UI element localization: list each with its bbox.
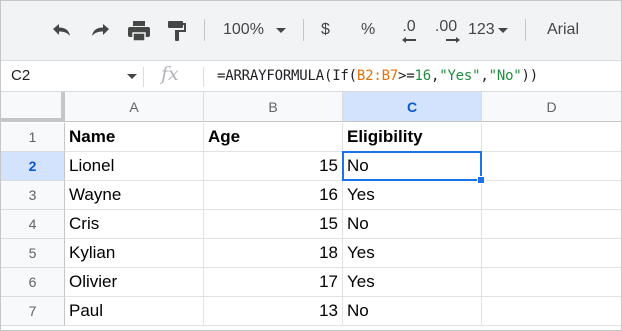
cell-b5[interactable]: 18 — [204, 239, 343, 268]
cell-d6[interactable] — [482, 268, 621, 297]
cell-d5[interactable] — [482, 239, 621, 268]
zoom-value: 100% — [223, 21, 264, 38]
cell-b6[interactable]: 17 — [204, 268, 343, 297]
name-box[interactable]: C2 — [11, 61, 30, 91]
cell-b7[interactable]: 13 — [204, 297, 343, 326]
cell-c5[interactable]: Yes — [343, 239, 482, 268]
formula-prefix: =ARRAYFORMULA(If( — [217, 68, 357, 84]
cell-c4[interactable]: No — [343, 210, 482, 239]
chevron-down-icon[interactable] — [127, 74, 137, 79]
currency-label: $ — [321, 21, 330, 38]
row-header-7[interactable]: 7 — [1, 297, 65, 326]
formula-range: B2:B7 — [356, 68, 399, 84]
cell-d4[interactable] — [482, 210, 621, 239]
sheet-grid: A B C D 1 2 3 4 5 6 7 Name Age Eligibili… — [1, 92, 621, 330]
arrow-right-icon — [446, 37, 460, 43]
cell-d2[interactable] — [482, 152, 621, 181]
percent-label: % — [361, 21, 376, 38]
paint-format-icon[interactable] — [163, 18, 191, 44]
cell-c3[interactable]: Yes — [343, 181, 482, 210]
redo-icon[interactable] — [87, 18, 115, 44]
more-formats-select[interactable]: 123 — [468, 19, 508, 41]
zoom-select[interactable]: 100% — [223, 19, 286, 41]
cell-c2[interactable]: No — [343, 152, 482, 181]
cell-a5[interactable]: Kylian — [65, 239, 204, 268]
column-header-a[interactable]: A — [65, 92, 204, 122]
formula-suffix: )) — [521, 68, 539, 84]
row-header-4[interactable]: 4 — [1, 210, 65, 239]
spreadsheet-window: 100% $ % .0 .00 123 Arial C2 fx =ARRAYFO… — [0, 0, 622, 331]
row-header-3[interactable]: 3 — [1, 181, 65, 210]
cell-a4[interactable]: Cris — [65, 210, 204, 239]
fx-icon: fx — [161, 63, 179, 85]
increase-decimal-button[interactable]: .00 — [429, 15, 463, 47]
column-header-b[interactable]: B — [204, 92, 343, 122]
decrease-decimal-button[interactable]: .0 — [394, 15, 424, 47]
cell-c7[interactable]: No — [343, 297, 482, 326]
cell-d3[interactable] — [482, 181, 621, 210]
formula-bar: C2 fx =ARRAYFORMULA(If(B2:B7>=16,"Yes","… — [1, 60, 621, 92]
toolbar-separator — [204, 19, 205, 41]
cell-a2[interactable]: Lionel — [65, 152, 204, 181]
cell-a3[interactable]: Wayne — [65, 181, 204, 210]
formula-operator: >= — [398, 68, 415, 84]
formula-number: 16 — [414, 68, 432, 84]
column-header-c[interactable]: C — [343, 92, 482, 122]
more-formats-label: 123 — [468, 21, 495, 38]
print-icon[interactable] — [125, 18, 153, 44]
formula-comma: , — [430, 68, 440, 84]
cell-b2[interactable]: 15 — [204, 152, 343, 181]
decrease-decimal-label: .0 — [402, 18, 416, 35]
formula-comma: , — [480, 68, 489, 84]
arrow-left-icon — [402, 37, 416, 43]
cell-b3[interactable]: 16 — [204, 181, 343, 210]
select-all-corner[interactable] — [1, 92, 65, 122]
chevron-down-icon — [275, 27, 286, 33]
undo-icon[interactable] — [47, 18, 75, 44]
cell-c6[interactable]: Yes — [343, 268, 482, 297]
row-header-5[interactable]: 5 — [1, 239, 65, 268]
toolbar-separator — [303, 19, 304, 41]
cell-d7[interactable] — [482, 297, 621, 326]
currency-format-button[interactable]: $ — [321, 19, 330, 41]
formula-bar-separator — [203, 67, 204, 87]
formula-bar-separator — [143, 67, 144, 87]
toolbar-separator — [525, 19, 526, 41]
chevron-down-icon — [497, 27, 508, 33]
cell-b1[interactable]: Age — [204, 123, 343, 152]
row-header-1[interactable]: 1 — [1, 123, 65, 152]
row-header-6[interactable]: 6 — [1, 268, 65, 297]
font-label: Arial — [547, 21, 580, 38]
row-header-2[interactable]: 2 — [1, 152, 65, 181]
font-select[interactable]: Arial — [547, 19, 579, 41]
column-header-d[interactable]: D — [482, 92, 621, 122]
cell-a6[interactable]: Olivier — [65, 268, 204, 297]
formula-string-no: "No" — [488, 68, 522, 84]
toolbar: 100% $ % .0 .00 123 Arial — [1, 1, 621, 60]
cell-c1[interactable]: Eligibility — [343, 123, 482, 152]
formula-input[interactable]: =ARRAYFORMULA(If(B2:B7>=16,"Yes","No")) — [217, 61, 538, 91]
increase-decimal-label: .00 — [434, 18, 458, 35]
percent-format-button[interactable]: % — [361, 19, 375, 41]
formula-string-yes: "Yes" — [439, 68, 481, 84]
cell-b4[interactable]: 15 — [204, 210, 343, 239]
fill-handle[interactable] — [477, 176, 485, 184]
cell-d1[interactable] — [482, 123, 621, 152]
cell-a1[interactable]: Name — [65, 123, 204, 152]
cell-a7[interactable]: Paul — [65, 297, 204, 326]
